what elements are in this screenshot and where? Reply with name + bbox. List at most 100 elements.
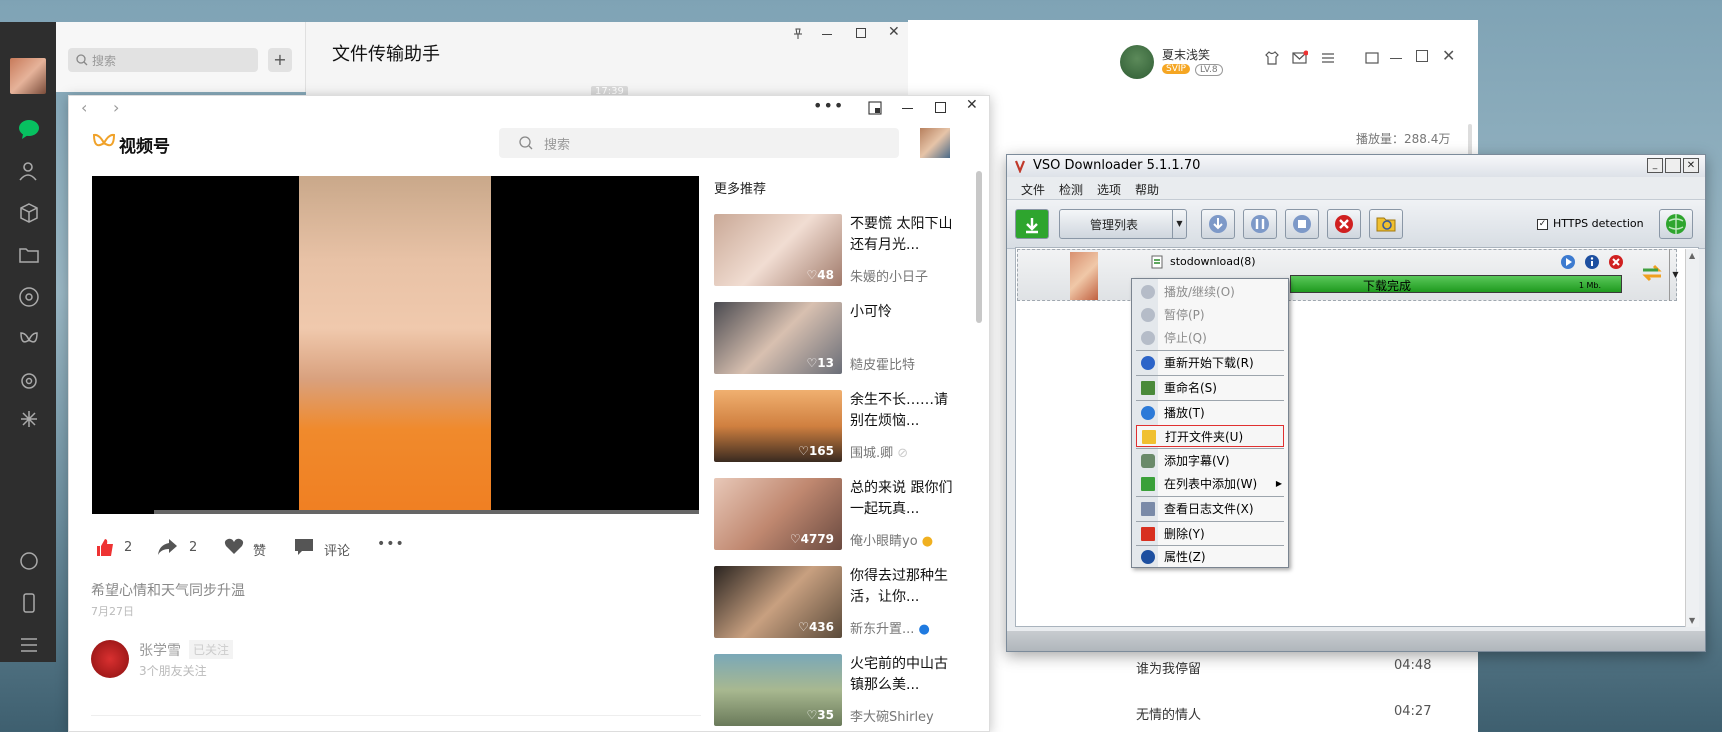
scroll-down-icon[interactable]: ▼: [1689, 616, 1695, 625]
close-icon[interactable]: ✕: [888, 24, 900, 40]
list-item[interactable]: ♡165 余生不长……请别在烦恼... 围城.卿 ⊘: [714, 390, 964, 464]
progress-bar[interactable]: [154, 510, 699, 514]
skin-icon[interactable]: [1264, 50, 1280, 66]
zan-label[interactable]: 赞: [253, 540, 266, 559]
channels-window: ‹ › ••• ✕ 视频号 搜索 2 2 赞 评论 ••• 希望心情和天气同步升…: [68, 95, 990, 732]
add-button[interactable]: +: [268, 48, 292, 72]
stop-button[interactable]: [1285, 209, 1319, 239]
search-box[interactable]: 搜索: [68, 48, 258, 72]
https-checkbox[interactable]: ✓: [1537, 219, 1548, 230]
scrollbar[interactable]: [976, 171, 982, 323]
folder-icon[interactable]: [18, 244, 40, 266]
forward-icon[interactable]: ›: [113, 98, 119, 117]
manage-list-button[interactable]: 管理列表 ▼: [1059, 209, 1187, 239]
delete-button[interactable]: [1327, 209, 1361, 239]
open-folder-button[interactable]: [1369, 209, 1403, 239]
menu-item-play[interactable]: 播放(T): [1136, 402, 1284, 424]
menu-item-properties[interactable]: 属性(Z): [1136, 546, 1284, 568]
menu-detect[interactable]: 检测: [1059, 181, 1083, 198]
remove-icon[interactable]: [1608, 254, 1624, 270]
mini-program-icon[interactable]: [18, 408, 40, 430]
maximize-icon[interactable]: [1416, 50, 1428, 62]
mail-icon[interactable]: [1292, 50, 1308, 66]
minimize-button[interactable]: _: [1647, 158, 1663, 173]
chat-icon[interactable]: [18, 118, 40, 140]
minimize-icon[interactable]: [1390, 58, 1402, 59]
resume-button[interactable]: [1201, 209, 1235, 239]
song-title[interactable]: 谁为我停留: [1136, 658, 1201, 677]
list-item[interactable]: ♡436 你得去过那种生活，让你... 新东升置... ●: [714, 566, 964, 640]
comment-label[interactable]: 评论: [324, 540, 350, 559]
list-item[interactable]: ♡35 火宅前的中山古镇那么美... 李大碗Shirley: [714, 654, 964, 728]
menu-item-add-to-list[interactable]: 在列表中添加(W) ▶: [1136, 473, 1284, 495]
cube-icon[interactable]: [18, 202, 40, 224]
more-options-icon[interactable]: •••: [813, 96, 844, 115]
item-dropdown-arrow[interactable]: ▼: [1669, 249, 1681, 301]
menu-item-restart-download[interactable]: 重新开始下载(R): [1136, 352, 1284, 374]
contacts-icon[interactable]: [18, 160, 40, 182]
play-icon[interactable]: [1560, 254, 1576, 270]
globe-button[interactable]: [1659, 209, 1693, 239]
pause-button[interactable]: [1243, 209, 1277, 239]
mini-mode-icon[interactable]: [1364, 50, 1380, 66]
menu-item-pause[interactable]: 暂停(P): [1136, 304, 1284, 326]
menu-item-add-subtitle[interactable]: 添加字幕(V): [1136, 450, 1284, 472]
phone-icon[interactable]: [18, 550, 40, 572]
scroll-up-icon[interactable]: ▲: [1689, 251, 1695, 260]
download-button[interactable]: [1015, 209, 1049, 239]
author-avatar[interactable]: [91, 640, 129, 678]
manage-list-label: 管理列表: [1090, 218, 1139, 232]
minimize-icon[interactable]: [902, 108, 913, 109]
menu-file[interactable]: 文件: [1021, 181, 1045, 198]
maximize-button[interactable]: [1665, 158, 1681, 173]
comment-icon[interactable]: [294, 538, 314, 556]
mobile-icon[interactable]: [18, 592, 40, 614]
list-scrollbar[interactable]: ▲ ▼: [1685, 249, 1699, 627]
back-icon[interactable]: ‹: [81, 98, 87, 117]
moments-icon[interactable]: [18, 286, 40, 308]
video-player[interactable]: [92, 176, 699, 514]
maximize-icon[interactable]: [935, 102, 946, 113]
search-feature-icon[interactable]: [18, 370, 40, 392]
author-name[interactable]: 张学雪: [139, 640, 181, 660]
follow-badge[interactable]: 已关注: [189, 640, 234, 659]
menu-item-open-folder[interactable]: 打开文件夹(U): [1136, 425, 1284, 447]
avatar[interactable]: [10, 58, 46, 94]
menu-options[interactable]: 选项: [1097, 181, 1121, 198]
pin-icon[interactable]: [792, 28, 804, 40]
title-bar[interactable]: VSO Downloader 5.1.1.70 _ ✕: [1007, 155, 1705, 177]
list-item[interactable]: ♡48 不要慌 太阳下山 还有月光... 朱媛的小日子: [714, 214, 964, 288]
menu-icon[interactable]: [18, 634, 40, 656]
share-icon[interactable]: [156, 537, 178, 557]
song-title[interactable]: 无情的情人: [1136, 704, 1201, 723]
thumb-up-icon[interactable]: [95, 537, 115, 557]
pip-icon[interactable]: [868, 101, 882, 115]
user-avatar[interactable]: [1120, 45, 1154, 79]
list-item[interactable]: ♡13 小可怜 糙皮霍比特: [714, 302, 964, 376]
menu-item-play-resume[interactable]: 播放/继续(O): [1136, 281, 1284, 303]
download-item[interactable]: stodownload(8) 下载完成 1 Mb.: [1017, 249, 1677, 301]
log-icon: [1141, 502, 1155, 516]
username[interactable]: 夏末浅笑: [1162, 46, 1210, 63]
close-icon[interactable]: ✕: [966, 97, 978, 113]
heart-icon[interactable]: [224, 537, 244, 555]
channels-icon[interactable]: [18, 328, 40, 350]
menu-icon[interactable]: [1320, 50, 1336, 66]
list-item[interactable]: ♡4779 总的来说 跟你们一起玩真... 俺小眼睛yo ●: [714, 478, 964, 552]
info-icon[interactable]: [1584, 254, 1600, 270]
item-filename: stodownload(8): [1170, 255, 1256, 268]
more-icon[interactable]: •••: [377, 536, 405, 552]
menu-item-view-log[interactable]: 查看日志文件(X): [1136, 498, 1284, 520]
menu-item-delete[interactable]: 删除(Y): [1136, 523, 1284, 545]
menu-item-stop[interactable]: 停止(Q): [1136, 327, 1284, 349]
profile-avatar[interactable]: [920, 128, 950, 158]
minimize-icon[interactable]: [822, 34, 832, 35]
close-button[interactable]: ✕: [1683, 158, 1699, 173]
menu-help[interactable]: 帮助: [1135, 181, 1159, 198]
maximize-icon[interactable]: [856, 28, 866, 38]
convert-button[interactable]: [1637, 249, 1667, 301]
dropdown-arrow-icon[interactable]: ▼: [1172, 210, 1186, 238]
menu-item-rename[interactable]: 重命名(S): [1136, 377, 1284, 399]
close-icon[interactable]: ✕: [1442, 46, 1455, 65]
search-box[interactable]: 搜索: [499, 128, 899, 158]
